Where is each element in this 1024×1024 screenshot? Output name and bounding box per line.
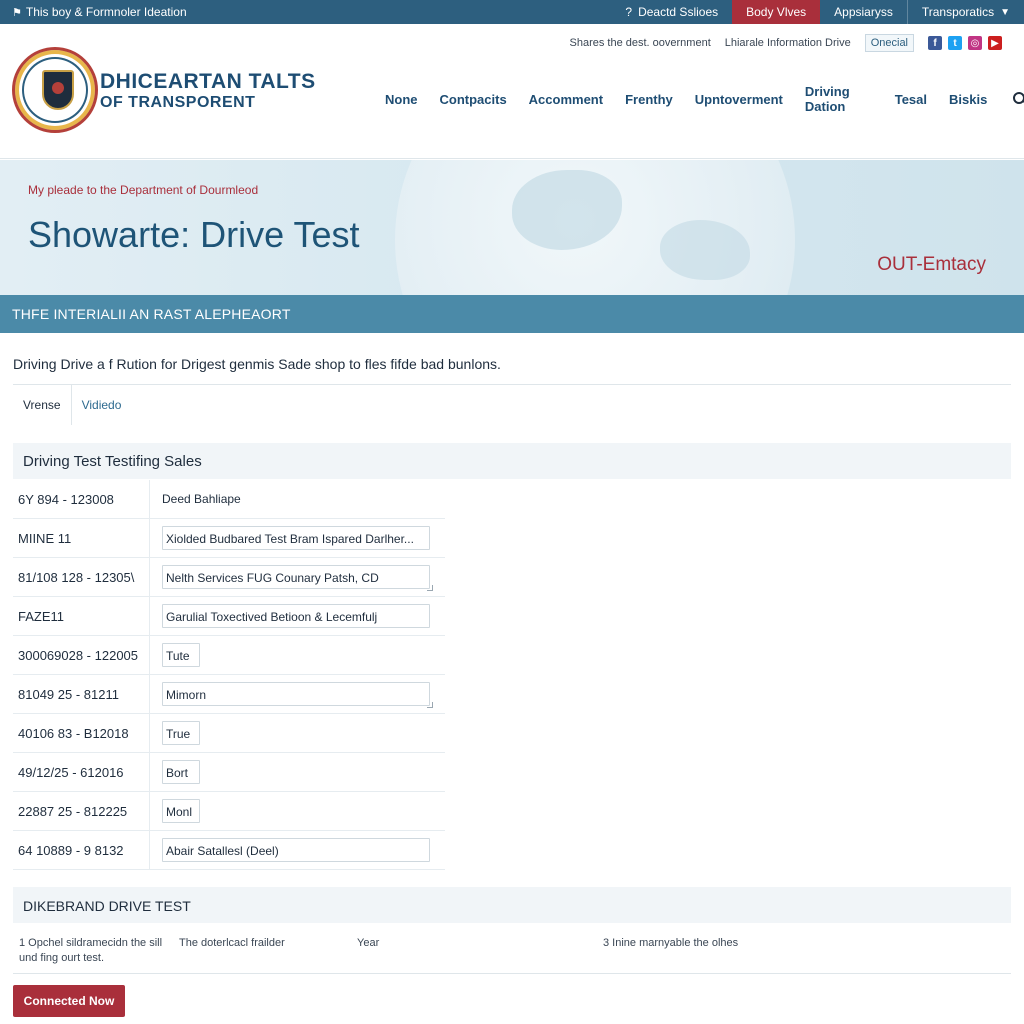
topbar-link-label: Deactd Sslioes [638,5,719,19]
utility-link-government[interactable]: Shares the dest. oovernment [570,37,711,49]
main-navigation: None Contpacits Accomment Frenthy Upntov… [385,84,1024,114]
facebook-icon[interactable]: f [928,36,942,50]
summary-col-4: 3 Inine marnyable the olhes [603,937,739,949]
content-card: Driving Drive a f Rution for Drigest gen… [4,340,1020,1024]
table-row: 81/108 128 - 12305\ Nelth Services FUG C… [13,558,445,597]
table-row: 81049 25 - 81211 Mimorn [13,675,445,714]
row-key: 81/108 128 - 12305\ [13,558,150,596]
row-value-field[interactable]: Bort [162,760,200,784]
summary-col-3: Year [357,937,380,949]
panel-heading: Driving Test Testifing Sales [13,443,1011,479]
row-value-field[interactable]: Monl [162,799,200,823]
nav-item-accomment[interactable]: Accomment [529,92,603,107]
nav-item-upntoverment[interactable]: Upntoverment [695,92,783,107]
tab-vidiedo[interactable]: Vidiedo [72,385,132,425]
table-row: 300069028 - 122005 Tute [13,636,445,675]
utility-pill-onecial[interactable]: Onecial [864,34,914,52]
row-key: MIINE 11 [13,519,150,557]
search-icon[interactable] [1013,92,1024,106]
table-row: MIINE 11 Xiolded Budbared Test Bram Ispa… [13,519,445,558]
nav-item-tesal[interactable]: Tesal [895,92,927,107]
social-links: f t ◎ ▶ [928,36,1002,50]
table-row: 49/12/25 - 612016 Bort [13,753,445,792]
hero-tag: OUT-Emtacy [877,254,986,275]
table-row: 22887 25 - 812225 Monl [13,792,445,831]
topbar-link-body-vlves[interactable]: Body Vlves [732,0,821,24]
details-table: 6Y 894 - 123008 Deed Bahliape MIINE 11 X… [13,480,445,870]
nav-item-none[interactable]: None [385,92,418,107]
topbar-dropdown-label: Transporatics [921,5,995,19]
connected-now-button[interactable]: Connected Now [13,985,125,1017]
topbar-link-sslioes[interactable]: ? Deactd Sslioes [611,0,732,24]
instagram-icon[interactable]: ◎ [968,36,982,50]
nav-item-frenthy[interactable]: Frenthy [625,92,673,107]
divider [13,384,1011,385]
topbar-links: ? Deactd Sslioes Body Vlves Appsiaryss Tr… [611,0,1024,24]
row-value-field[interactable]: Xiolded Budbared Test Bram Ispared Darlh… [162,526,430,550]
row-value-text: Deed Bahliape [162,492,241,506]
flag-icon: ⚑ [12,7,22,19]
utility-link-information-drive[interactable]: Lhiarale Information Drive [725,37,851,49]
department-seal-logo[interactable] [12,47,98,133]
summary-row: 1 Opchel sildramecidn the sill und fing … [13,934,1011,974]
section-band-title: THFE INTERIALII AN RAST ALEPHEAORT [0,295,1024,333]
row-value-field[interactable]: Abair Satallesl (Deel) [162,838,430,862]
summary-col-2: The doterlcacl frailder [179,937,285,949]
nav-item-contpacits[interactable]: Contpacits [440,92,507,107]
brand-name-line2[interactable]: OF TRANSPORENT [100,94,255,112]
row-key: 81049 25 - 81211 [13,675,150,713]
topbar-dropdown-transporatics[interactable]: Transporatics ▼ [906,0,1024,24]
topbar-left: ⚑ This boy & Formnoler Ideation [12,5,187,19]
content-tabs: Vrense Vidiedo [13,385,131,425]
header-utility-links: Shares the dest. oovernment Lhiarale Inf… [570,34,1002,52]
panel-heading-2: DIKEBRAND DRIVE TEST [13,887,1011,923]
row-value-textarea[interactable]: Nelth Services FUG Counary Patsh, CD [162,565,430,589]
twitter-icon[interactable]: t [948,36,962,50]
table-row: 40106 83 - B12018 True [13,714,445,753]
summary-col-1: 1 Opchel sildramecidn the sill und fing … [19,937,163,964]
table-row: 6Y 894 - 123008 Deed Bahliape [13,480,445,519]
row-value-textarea[interactable]: Mimorn [162,682,430,706]
chevron-down-icon: ▼ [1000,6,1010,18]
row-key: 64 10889 - 9 8132 [13,831,150,869]
row-key: 6Y 894 - 123008 [13,480,150,518]
topbar-link-appsiaryss[interactable]: Appsiaryss [820,0,907,24]
nav-item-driving-dation[interactable]: Driving Dation [805,84,873,114]
row-key: 300069028 - 122005 [13,636,150,674]
brand-name-line1[interactable]: DHICEARTAN TALTS [100,70,316,94]
row-value-field[interactable]: True [162,721,200,745]
table-row: 64 10889 - 9 8132 Abair Satallesl (Deel) [13,831,445,870]
youtube-icon[interactable]: ▶ [988,36,1002,50]
table-row: FAZE11 Garulial Toxectived Betioon & Lec… [13,597,445,636]
nav-item-biskis[interactable]: Biskis [949,92,987,107]
hero-banner: My pleade to the Department of Dourmleod… [0,160,1024,295]
row-key: 40106 83 - B12018 [13,714,150,752]
row-key: 49/12/25 - 612016 [13,753,150,791]
page-title: Showarte: Drive Test [28,214,360,255]
row-value-field[interactable]: Garulial Toxectived Betioon & Lecemfulj [162,604,430,628]
shield-icon [42,70,74,110]
topbar-left-text: This boy & Formnoler Ideation [25,5,187,19]
hero-eyebrow: My pleade to the Department of Dourmleod [28,183,259,197]
row-key: 22887 25 - 812225 [13,792,150,830]
top-utility-bar: ⚑ This boy & Formnoler Ideation ? Deactd S… [0,0,1024,24]
site-header: DHICEARTAN TALTS OF TRANSPORENT Shares t… [0,24,1024,159]
row-value-field[interactable]: Tute [162,643,200,667]
tab-vrense[interactable]: Vrense [13,385,72,425]
help-icon: ? [625,5,633,19]
intro-text: Driving Drive a f Rution for Drigest gen… [13,356,501,372]
row-key: FAZE11 [13,597,150,635]
